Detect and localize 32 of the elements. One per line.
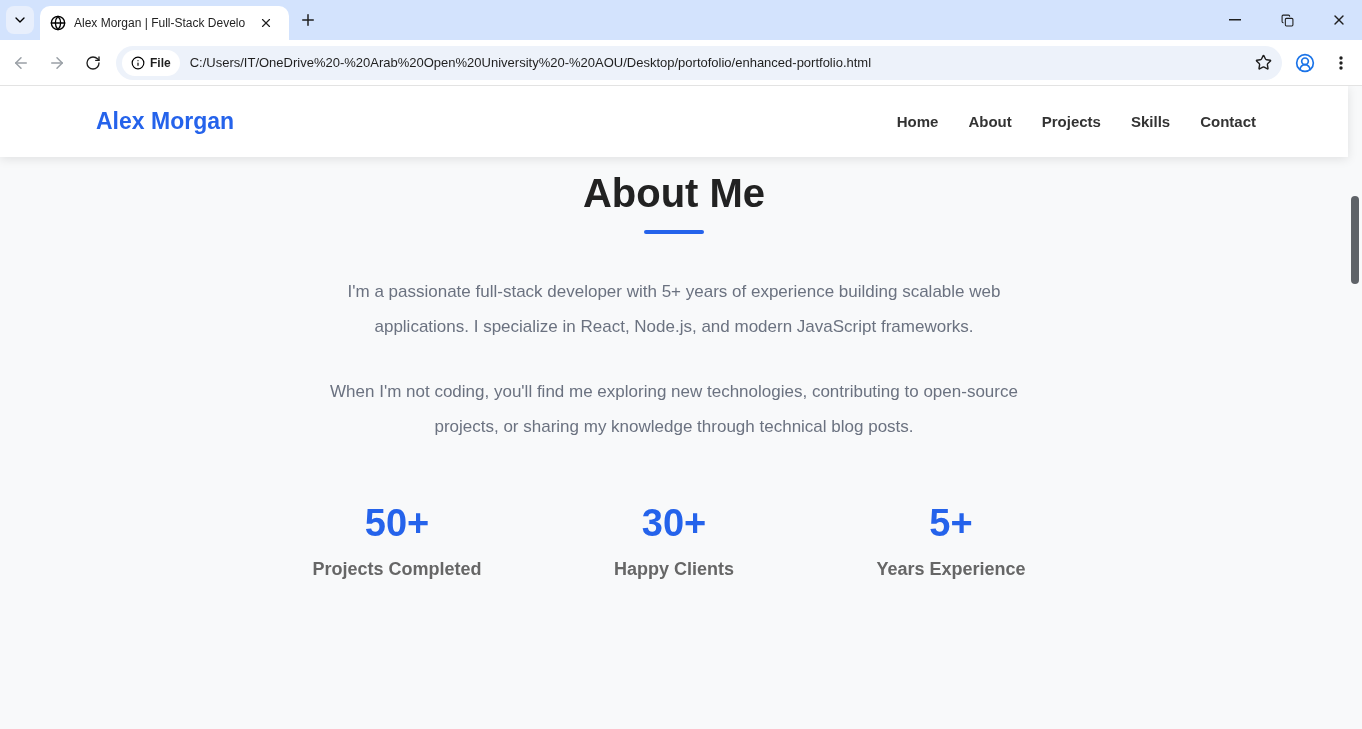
browser-tab[interactable]: Alex Morgan | Full-Stack Develo [40, 6, 290, 40]
restore-icon [1280, 13, 1294, 27]
nav-link[interactable]: Home [896, 113, 939, 130]
tab-list-button[interactable] [6, 6, 34, 34]
nav-link[interactable]: About [968, 113, 1012, 130]
chip-label: File [150, 55, 171, 70]
title-underline [644, 230, 704, 234]
about-paragraph: I'm a passionate full-stack developer with 5+ years of experience building scalable web applications. I specialize in React, Node.js, and modern JavaScript frameworks. [346, 281, 1002, 338]
section-title: About Me [582, 171, 766, 216]
site-logo[interactable]: Alex Morgan [96, 108, 235, 135]
nav-link[interactable]: Contact [1200, 113, 1256, 130]
info-icon [131, 55, 145, 70]
url-text: C:/Users/IT/OneDrive%20-%20Arab%20Open%20University%20-%20AOU/Desktop/portofolio/enhanced-portfolio.html [189, 55, 873, 70]
site-info-chip[interactable]: File [122, 49, 180, 76]
minimize-icon [1229, 19, 1241, 21]
stat-label: Projects Completed [312, 559, 482, 580]
stat-value: 30+ [641, 502, 707, 545]
address-bar[interactable]: File C:/Users/IT/OneDrive%20-%20Arab%20Open%20University%20-%20AOU/Desktop/portofolio/enhanced-portfolio.html [116, 45, 1282, 80]
tab-title: Alex Morgan | Full-Stack Develo [74, 16, 246, 30]
nav-link[interactable]: Skills [1130, 113, 1171, 130]
stat-label: Years Experience [876, 559, 1026, 580]
profile-icon [1295, 52, 1315, 73]
reload-icon [85, 54, 101, 71]
stat-value: 50+ [364, 502, 430, 545]
nav-link[interactable]: Projects [1041, 113, 1101, 130]
stat-label: Happy Clients [614, 559, 734, 580]
scrollbar-thumb[interactable] [1351, 196, 1359, 284]
stat-value: 5+ [929, 502, 973, 545]
globe-icon [50, 15, 66, 31]
menu-icon [1339, 55, 1343, 70]
about-paragraph: When I'm not coding, you'll find me exploring new technologies, contributing to open-source projects, or sharing my knowledge through technical blog posts. [329, 381, 1019, 438]
star-icon [1254, 54, 1272, 71]
